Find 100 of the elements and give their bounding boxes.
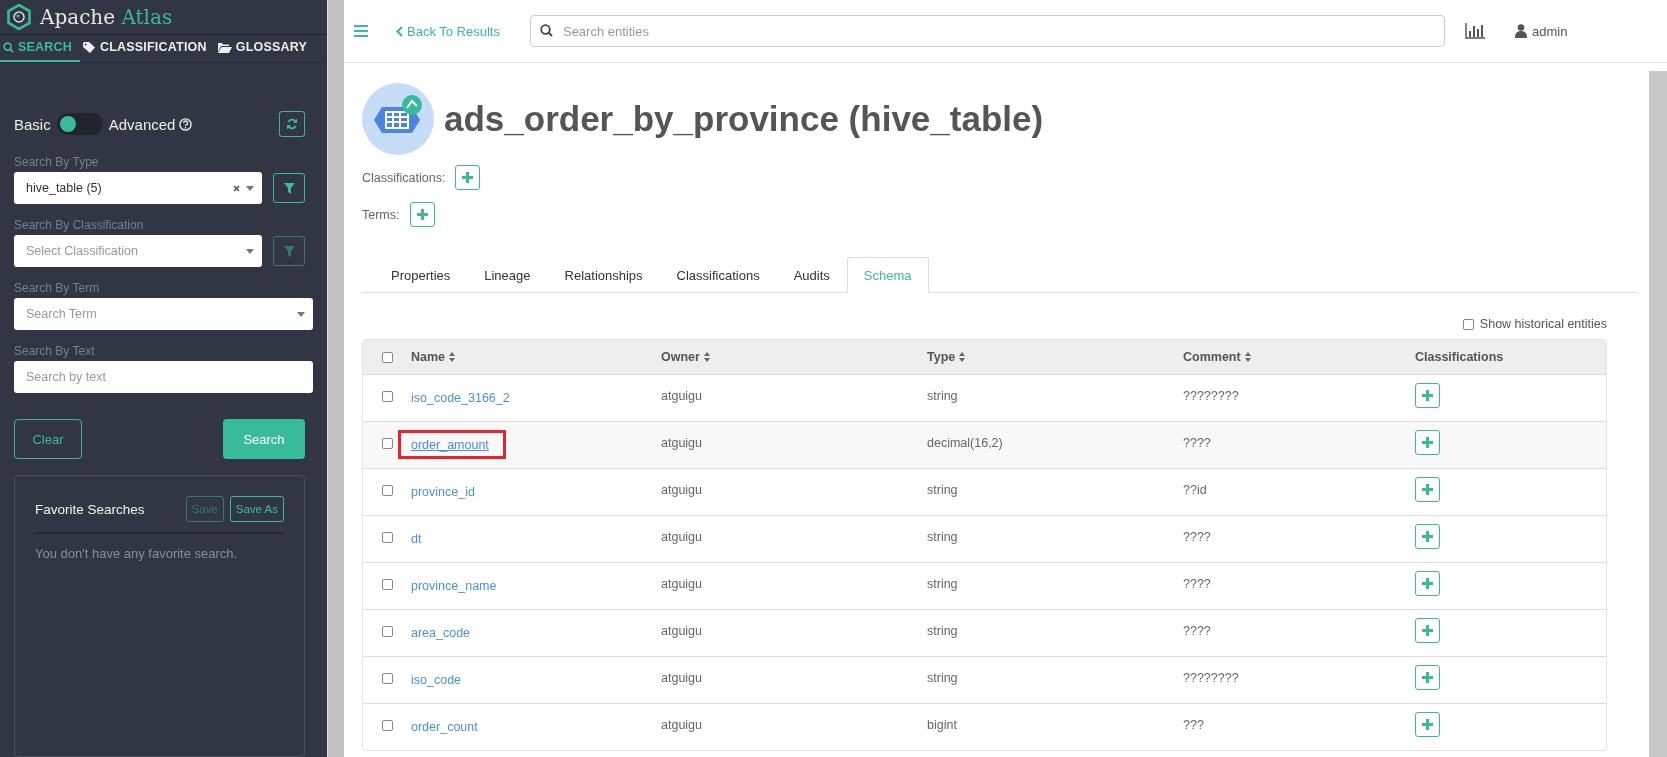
menu-icon[interactable] bbox=[354, 25, 368, 37]
row-checkbox[interactable] bbox=[381, 532, 393, 543]
scrollbar[interactable] bbox=[1649, 71, 1667, 757]
filter-icon bbox=[283, 245, 295, 257]
sidebar-tab[interactable]: CLASSIFICATION bbox=[80, 34, 215, 62]
add-button[interactable] bbox=[1415, 571, 1440, 596]
table-cell-text: ???? bbox=[1183, 624, 1212, 638]
caret-icon[interactable] bbox=[246, 248, 254, 254]
refresh-button[interactable] bbox=[279, 111, 305, 137]
search-icon bbox=[3, 41, 14, 53]
add-button[interactable] bbox=[455, 165, 481, 190]
table-cell-text: ???? bbox=[1183, 436, 1212, 450]
table-cell-text: string bbox=[927, 624, 959, 638]
filter-label: Search By Text bbox=[14, 344, 96, 358]
table-cell-text: ???? bbox=[1183, 577, 1212, 591]
sidebar-tab[interactable]: GLOSSARY bbox=[214, 34, 315, 62]
plus-icon bbox=[1422, 437, 1433, 448]
user-icon bbox=[1514, 24, 1527, 38]
filter-label: Search By Type bbox=[14, 155, 100, 169]
column-header: Classifications bbox=[1415, 350, 1504, 364]
advanced-label: Advanced bbox=[108, 115, 176, 133]
filter-icon bbox=[283, 182, 295, 194]
table-cell-text: ??? bbox=[1183, 718, 1205, 732]
filter-button[interactable] bbox=[273, 173, 305, 203]
sidebar-tab[interactable]: SEARCH bbox=[0, 34, 80, 62]
column-header[interactable]: Comment bbox=[1183, 350, 1241, 364]
table-cell-text: string bbox=[927, 389, 959, 403]
user-menu[interactable]: admin bbox=[1514, 23, 1568, 39]
add-button[interactable] bbox=[409, 202, 435, 227]
section-label: Terms: bbox=[362, 207, 400, 222]
save-button[interactable]: Save As bbox=[229, 496, 284, 522]
add-button[interactable] bbox=[1415, 712, 1440, 737]
column-header[interactable]: Owner bbox=[661, 350, 700, 364]
help-icon[interactable] bbox=[179, 117, 193, 131]
add-button[interactable] bbox=[1415, 524, 1440, 549]
table-cell-text: string bbox=[927, 671, 959, 685]
section-label: Classifications: bbox=[362, 170, 446, 185]
column-name-link[interactable]: iso_code bbox=[411, 673, 462, 687]
column-name-link[interactable]: order_count bbox=[411, 720, 478, 734]
clear-button[interactable]: Clear bbox=[14, 419, 82, 459]
sort-icon[interactable] bbox=[1244, 352, 1251, 362]
add-button[interactable] bbox=[1415, 618, 1440, 643]
row-checkbox[interactable] bbox=[381, 626, 393, 637]
filter-label: Search By Classification bbox=[14, 218, 145, 232]
text-search-field[interactable]: Search by text bbox=[14, 361, 313, 393]
folder-icon bbox=[217, 41, 232, 53]
clear-icon[interactable] bbox=[233, 184, 240, 192]
plus-icon bbox=[1422, 390, 1433, 401]
refresh-icon bbox=[286, 118, 298, 130]
add-button[interactable] bbox=[1415, 430, 1440, 455]
row-checkbox[interactable] bbox=[381, 579, 393, 590]
table-cell-text: atguigu bbox=[661, 436, 703, 450]
sort-icon[interactable] bbox=[703, 352, 710, 362]
entity-tab[interactable]: Properties bbox=[374, 257, 468, 293]
entity-tab[interactable]: Lineage bbox=[467, 257, 548, 293]
select-all-checkbox[interactable] bbox=[381, 351, 393, 363]
plus-icon bbox=[462, 172, 474, 183]
row-checkbox[interactable] bbox=[381, 673, 393, 684]
column-name-link[interactable]: province_id bbox=[411, 485, 475, 499]
select-field[interactable]: hive_table (5) bbox=[14, 172, 262, 204]
entity-tab[interactable]: Relationships bbox=[547, 257, 660, 293]
row-checkbox[interactable] bbox=[381, 485, 393, 496]
row-checkbox[interactable] bbox=[381, 438, 393, 449]
column-name-link[interactable]: dt bbox=[411, 532, 422, 546]
add-button[interactable] bbox=[1415, 477, 1440, 502]
logo-icon bbox=[7, 3, 31, 30]
column-header[interactable]: Name bbox=[411, 350, 446, 364]
checkbox[interactable] bbox=[1462, 318, 1474, 330]
caret-icon[interactable] bbox=[246, 185, 254, 191]
table-cell-text: ???? bbox=[1183, 530, 1212, 544]
select-field[interactable]: Search Term bbox=[14, 298, 313, 330]
row-checkbox[interactable] bbox=[381, 391, 393, 402]
entity-tab[interactable]: Classifications bbox=[659, 257, 777, 293]
tag-icon bbox=[83, 41, 96, 53]
table-entity-icon bbox=[362, 83, 434, 155]
column-header[interactable]: Type bbox=[927, 350, 956, 364]
table-cell-text: ???????? bbox=[1183, 671, 1240, 685]
bar-chart-icon[interactable] bbox=[1464, 23, 1485, 39]
table-cell-text: atguigu bbox=[661, 718, 703, 732]
plus-icon bbox=[1422, 672, 1433, 683]
column-name-link[interactable]: order_amount bbox=[411, 438, 489, 452]
entity-search-field[interactable]: Search entities bbox=[529, 15, 1445, 47]
add-button[interactable] bbox=[1415, 665, 1440, 690]
entity-title: ads_order_by_province (hive_table) bbox=[444, 99, 1044, 139]
entity-tab[interactable]: Audits bbox=[776, 257, 847, 293]
sort-icon[interactable] bbox=[449, 352, 456, 362]
table-cell-text: ??id bbox=[1183, 483, 1208, 497]
scrollbar[interactable] bbox=[327, 0, 344, 757]
table-cell-text: atguigu bbox=[661, 671, 703, 685]
column-name-link[interactable]: province_name bbox=[411, 579, 497, 593]
row-checkbox[interactable] bbox=[381, 720, 393, 731]
column-name-link[interactable]: iso_code_3166_2 bbox=[411, 391, 510, 405]
select-field[interactable]: Select Classification bbox=[14, 235, 262, 267]
column-name-link[interactable]: area_code bbox=[411, 626, 471, 640]
caret-icon[interactable] bbox=[297, 311, 305, 317]
sort-icon[interactable] bbox=[959, 352, 966, 362]
add-button[interactable] bbox=[1415, 383, 1440, 408]
mode-toggle[interactable] bbox=[56, 113, 103, 135]
table-cell-text: string bbox=[927, 530, 959, 544]
plus-icon bbox=[1422, 484, 1433, 495]
